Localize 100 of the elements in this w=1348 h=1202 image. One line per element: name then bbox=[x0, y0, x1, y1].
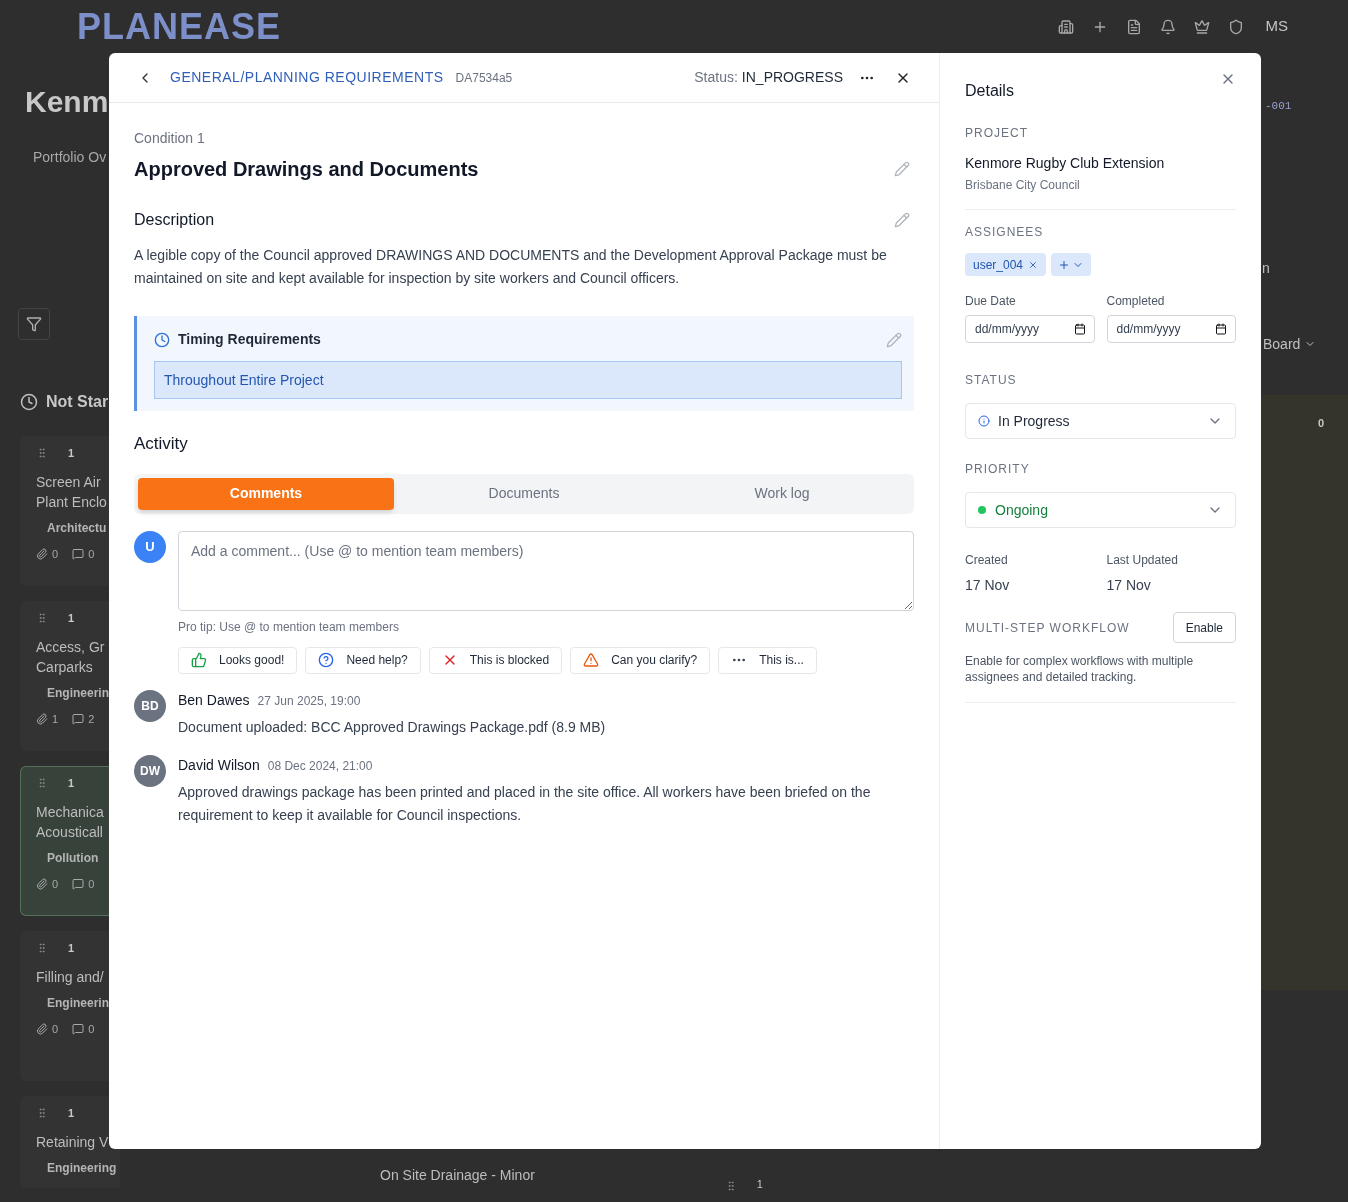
card-count: 1 bbox=[756, 1176, 763, 1192]
status-value: IN_PROGRESS bbox=[741, 68, 843, 87]
comment-icon bbox=[72, 712, 85, 725]
drag-handle-icon[interactable] bbox=[36, 612, 48, 625]
card-count: 1 bbox=[68, 611, 75, 626]
field-label: Last Updated bbox=[1106, 552, 1179, 569]
quick-reply-button[interactable]: Need help? bbox=[305, 646, 421, 674]
crown-icon[interactable] bbox=[1193, 18, 1210, 35]
comment-author: David Wilson bbox=[178, 755, 260, 775]
assignee-chip[interactable]: user_004 bbox=[965, 253, 1047, 276]
field-label: Created bbox=[965, 552, 1009, 569]
condition-code: DA7534a5 bbox=[455, 69, 513, 87]
quick-reply-button[interactable]: Looks good! bbox=[178, 646, 298, 674]
user-avatar: U bbox=[134, 530, 166, 563]
info-icon bbox=[978, 415, 990, 427]
enable-button[interactable]: Enable bbox=[1172, 612, 1236, 643]
text-fragment: n bbox=[1262, 258, 1270, 278]
comment-text: Approved drawings package has been printed and placed in the site office. All workers have been briefed on the requirement to keep it available for Council inspections. bbox=[178, 782, 872, 825]
category-link[interactable]: GENERAL/PLANNING REQUIREMENTS bbox=[170, 67, 444, 88]
drag-handle-icon[interactable] bbox=[36, 942, 48, 955]
document-icon[interactable] bbox=[1125, 18, 1142, 35]
logo: PLANEASE bbox=[77, 8, 282, 45]
panel-heading: Details bbox=[965, 81, 1014, 101]
calendar-icon[interactable] bbox=[1215, 323, 1227, 335]
field-label: PRIORITY bbox=[965, 462, 1030, 476]
card-count: 1 bbox=[68, 941, 75, 956]
card-tag: Engineerin bbox=[47, 684, 109, 701]
shield-icon[interactable] bbox=[1227, 18, 1244, 35]
paperclip-icon bbox=[36, 712, 48, 725]
priority-select[interactable]: Ongoing bbox=[965, 492, 1236, 528]
section-heading: Activity bbox=[134, 433, 189, 455]
card-title: Mechanica bbox=[36, 802, 104, 822]
comment-text: Document uploaded: BCC Approved Drawings Package.pdf (8.9 MB) bbox=[178, 717, 606, 737]
card-tag: Engineering bbox=[47, 1159, 117, 1176]
comment-author: Ben Dawes bbox=[178, 690, 250, 710]
view-select[interactable]: Board bbox=[1263, 333, 1317, 355]
paperclip-icon bbox=[36, 1022, 48, 1035]
council-name: Brisbane City Council bbox=[965, 176, 1236, 210]
status-select[interactable]: In Progress bbox=[965, 403, 1236, 439]
paperclip-icon bbox=[36, 547, 48, 560]
field-label: Due Date bbox=[965, 293, 1017, 310]
attachment-count: 0 bbox=[52, 546, 59, 562]
card-tag: Engineerin bbox=[47, 994, 109, 1011]
thumbs-up-icon bbox=[191, 652, 207, 668]
card-count: 1 bbox=[68, 776, 75, 791]
card-title: On Site Drainage - Minor bbox=[380, 1166, 535, 1185]
comment-icon bbox=[72, 877, 85, 890]
section-heading: Description bbox=[134, 210, 215, 230]
field-label: MULTI-STEP WORKFLOW bbox=[965, 619, 1130, 637]
date-input[interactable]: dd/mm/yyyy bbox=[965, 315, 1095, 343]
building-icon[interactable] bbox=[1057, 18, 1074, 35]
clock-icon bbox=[154, 331, 170, 348]
field-label: PROJECT bbox=[965, 126, 1028, 140]
card-title: Access, Gr bbox=[36, 637, 105, 657]
paperclip-icon bbox=[36, 877, 48, 890]
attachment-count: 0 bbox=[52, 1021, 59, 1037]
calendar-icon[interactable] bbox=[1073, 323, 1086, 335]
author-avatar: DW bbox=[134, 754, 166, 787]
filter-icon bbox=[26, 316, 42, 332]
add-assignee-button[interactable] bbox=[1051, 253, 1092, 276]
drag-handle-icon[interactable] bbox=[36, 777, 48, 790]
drag-handle-icon[interactable] bbox=[36, 447, 48, 460]
comment-input[interactable]: Add a comment... (Use @ to mention team members) bbox=[178, 530, 914, 611]
quick-reply-button[interactable]: This is... bbox=[718, 646, 817, 674]
attachment-count: 0 bbox=[52, 876, 59, 892]
card-title: Retaining V bbox=[36, 1132, 109, 1152]
card-title: Plant Enclo bbox=[36, 492, 107, 512]
bell-icon[interactable] bbox=[1159, 18, 1176, 35]
comment-count: 0 bbox=[88, 546, 95, 562]
task-card[interactable]: 1 Retaining V Engineering bbox=[20, 1096, 121, 1188]
task-card[interactable]: 1 Mechanica Acousticall Pollution 0 0 bbox=[20, 766, 109, 916]
activity-tab[interactable]: Documents bbox=[396, 477, 652, 510]
column-title: Not Star bbox=[46, 392, 109, 412]
page-title: Kenm bbox=[25, 87, 109, 117]
project-code: -001 bbox=[1265, 99, 1292, 114]
activity-tab[interactable]: Work log bbox=[654, 477, 910, 510]
field-label: ASSIGNEES bbox=[965, 225, 1044, 239]
date-input[interactable]: dd/mm/yyyy bbox=[1106, 315, 1236, 343]
column-count: 0 bbox=[1317, 415, 1324, 431]
breadcrumb-tab[interactable]: Portfolio Ov bbox=[33, 147, 107, 168]
description-text: A legible copy of the Council approved DRAWINGS AND DOCUMENTS and the Development Approval Package must be maintained on site and kept available for inspection by site workers and Council officers. bbox=[134, 246, 888, 288]
card-count: 1 bbox=[68, 446, 75, 461]
filter-button[interactable] bbox=[18, 308, 50, 340]
card-title: Acousticall bbox=[36, 822, 104, 842]
card-count: 1 bbox=[68, 1106, 75, 1121]
card-tag: Architectu bbox=[47, 519, 107, 536]
comment-time: 08 Dec 2024, 21:00 bbox=[267, 757, 373, 775]
help-icon bbox=[318, 652, 335, 668]
plus-icon bbox=[1058, 258, 1071, 271]
user-initials[interactable]: MS bbox=[1265, 15, 1288, 38]
author-avatar: BD bbox=[134, 689, 166, 722]
quick-reply-button[interactable]: This is blocked bbox=[428, 646, 563, 674]
task-card[interactable]: 1 Screen Air Plant Enclo Architectu 0 0 bbox=[20, 436, 111, 586]
card-title: Screen Air bbox=[36, 472, 102, 492]
date-value: 17 Nov bbox=[1106, 576, 1152, 595]
field-label: STATUS bbox=[965, 373, 1017, 387]
comment-count: 0 bbox=[88, 876, 95, 892]
remove-icon[interactable] bbox=[1028, 259, 1039, 270]
drag-handle-icon[interactable] bbox=[36, 1107, 48, 1120]
quick-reply-button[interactable]: Can you clarify? bbox=[570, 646, 711, 674]
